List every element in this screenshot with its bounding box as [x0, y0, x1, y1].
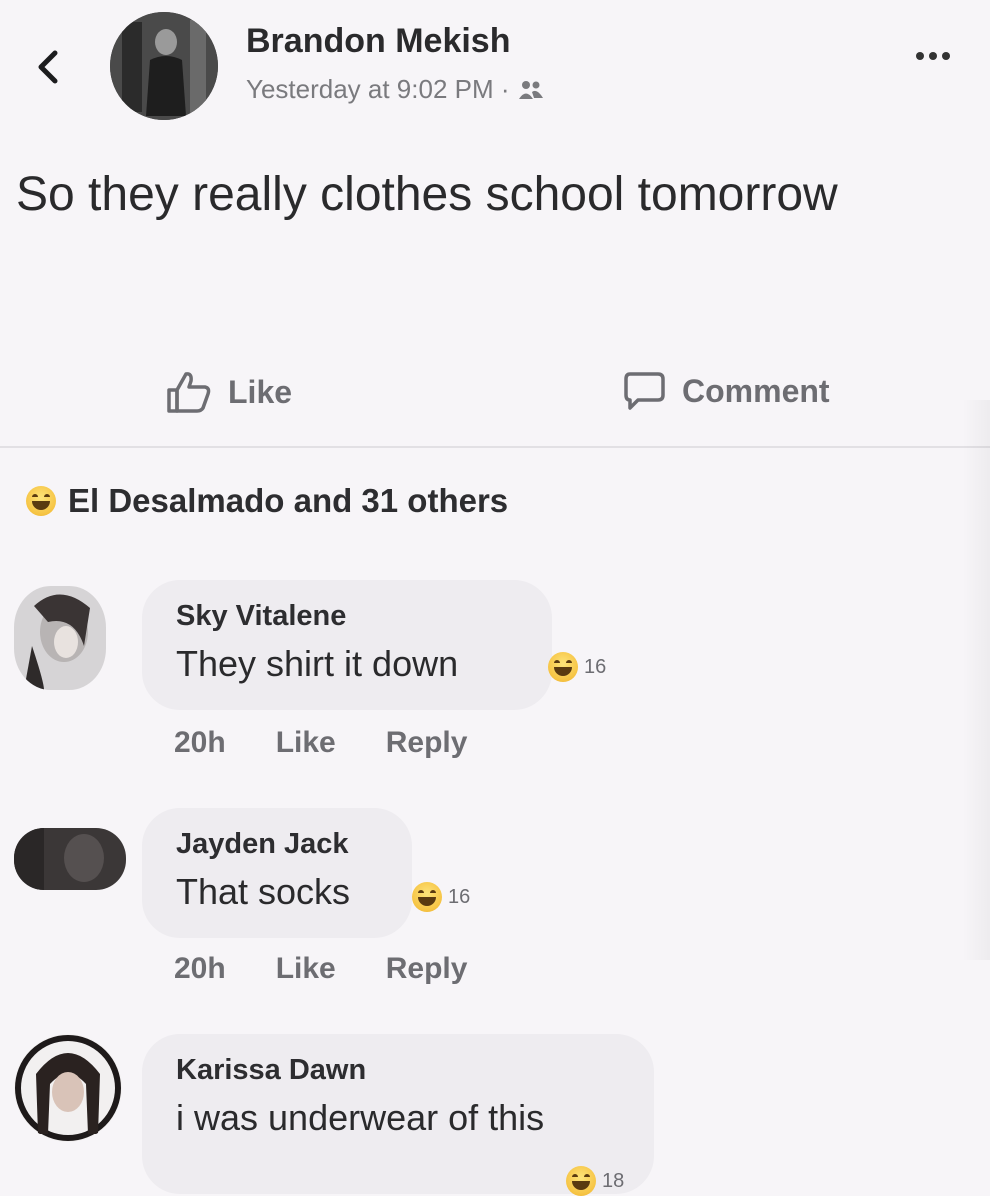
reaction-count: 16: [448, 885, 471, 908]
comment-actions: 20h Like Reply: [174, 952, 467, 986]
comment-time[interactable]: 20h: [174, 952, 226, 986]
post-action-bar: Like Comment: [0, 360, 990, 430]
commenter-name[interactable]: Karissa Dawn: [176, 1054, 620, 1087]
more-dots-icon: [916, 52, 924, 60]
post-text: So they really clothes school tomorrow: [16, 168, 838, 221]
like-button[interactable]: Like: [166, 370, 292, 414]
comment-reactions[interactable]: 16: [548, 652, 606, 682]
comment-reactions[interactable]: 18: [566, 1166, 624, 1196]
comment-bubble: Jayden Jack That socks: [142, 808, 412, 938]
more-options-button[interactable]: [916, 52, 950, 60]
commenter-avatar[interactable]: [14, 1034, 122, 1142]
thumbs-up-icon: [167, 372, 211, 413]
back-button[interactable]: [28, 42, 68, 92]
comment-bubble-icon: [624, 372, 665, 410]
comment-time[interactable]: 20h: [174, 726, 226, 760]
comment-button[interactable]: Comment: [622, 370, 990, 412]
edge-shadow: [962, 400, 990, 960]
comment-text: That socks: [176, 871, 351, 912]
reactions-summary-text: El Desalmado and 31 others: [68, 482, 509, 519]
laughing-emoji-icon: [412, 882, 442, 912]
laughing-emoji-icon: [26, 486, 56, 516]
commenter-avatar[interactable]: [14, 828, 126, 890]
laughing-emoji-icon: [548, 652, 578, 682]
comment-label: Comment: [682, 372, 830, 409]
reaction-count: 16: [584, 655, 607, 678]
commenter-avatar[interactable]: [14, 586, 106, 690]
author-avatar[interactable]: [110, 12, 218, 120]
author-avatar-image: [110, 12, 218, 120]
reaction-count: 18: [602, 1169, 625, 1192]
commenter-name[interactable]: Jayden Jack: [176, 828, 378, 861]
comment-like-button[interactable]: Like: [276, 952, 336, 986]
divider: [0, 446, 990, 448]
comment-reply-button[interactable]: Reply: [386, 726, 468, 760]
comment-reactions[interactable]: 16: [412, 882, 470, 912]
author-name[interactable]: Brandon Mekish: [246, 22, 510, 61]
comment-reply-button[interactable]: Reply: [386, 952, 468, 986]
chevron-left-icon: [38, 50, 58, 84]
post-meta: Yesterday at 9:02 PM ·: [246, 74, 544, 105]
laughing-emoji-icon: [566, 1166, 596, 1196]
comment-bubble: Sky Vitalene They shirt it down: [142, 580, 552, 710]
comment-actions: 20h Like Reply: [174, 726, 467, 760]
comment-text: They shirt it down: [176, 643, 459, 684]
post-timestamp[interactable]: Yesterday at 9:02 PM ·: [246, 74, 510, 105]
comment-text: i was underwear of this: [176, 1097, 545, 1138]
comment-like-button[interactable]: Like: [276, 726, 336, 760]
commenter-name[interactable]: Sky Vitalene: [176, 600, 518, 633]
reactions-summary[interactable]: El Desalmado and 31 others: [26, 482, 508, 520]
friends-icon: [518, 80, 543, 99]
like-label: Like: [228, 373, 293, 410]
post-header: Brandon Mekish Yesterday at 9:02 PM ·: [0, 0, 990, 130]
